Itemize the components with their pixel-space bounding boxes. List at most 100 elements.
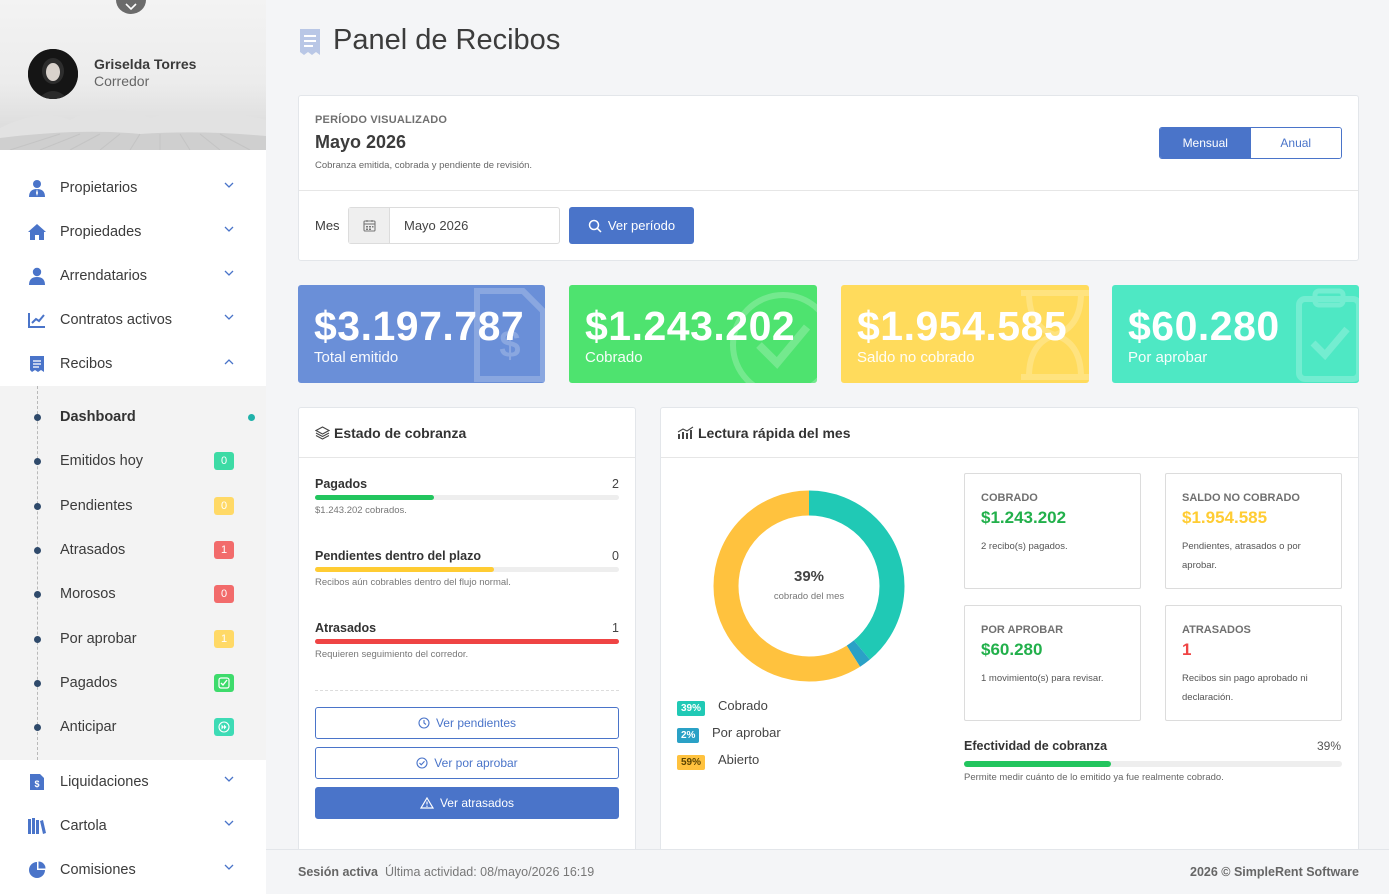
efectividad-label: Efectividad de cobranza — [964, 739, 1108, 753]
calendar-icon[interactable] — [349, 208, 390, 243]
divider — [315, 690, 619, 691]
stat-card-por-aprobar: $60.280 Por aprobar — [1112, 285, 1359, 383]
card-title: Lectura rápida del mes — [698, 424, 851, 441]
ver-periodo-button[interactable]: Ver período — [569, 207, 694, 244]
progress-fill — [315, 639, 619, 644]
user-tie-icon — [27, 178, 47, 198]
progress-count: 2 — [612, 477, 619, 491]
summary-card-cobrado: COBRADO $1.243.202 2 recibo(s) pagados. — [964, 473, 1141, 589]
summary-header: COBRADO — [981, 492, 1038, 504]
submenu-item-pendientes[interactable]: Pendientes 0 — [0, 486, 266, 526]
ver-pendientes-button[interactable]: Ver pendientes — [315, 707, 619, 739]
summary-header: POR APROBAR — [981, 624, 1064, 636]
month-value[interactable]: Mayo 2026 — [390, 208, 468, 243]
check-circle-icon — [416, 757, 428, 769]
clipboard-check-icon — [1296, 288, 1359, 382]
menu-item-contratos-activos[interactable]: Contratos activos — [0, 298, 266, 342]
user-portrait-icon — [28, 49, 78, 99]
receipt-icon — [300, 29, 320, 55]
menu-item-comisiones[interactable]: Comisiones — [0, 848, 266, 892]
count-badge: 0 — [214, 585, 234, 603]
profile-header: Griselda Torres Corredor — [0, 0, 266, 150]
chart-line-icon — [677, 426, 694, 439]
session-status: Sesión activa — [298, 865, 378, 879]
submenu-item-atrasados[interactable]: Atrasados 1 — [0, 530, 266, 570]
secondary-menu: $ Liquidaciones Cartola Comisiones — [0, 760, 266, 892]
submenu-item-label: Por aprobar — [60, 631, 137, 647]
progress-fill — [315, 495, 434, 500]
stat-amount: $60.280 — [1128, 303, 1280, 349]
card-title: Estado de cobranza — [334, 424, 467, 441]
submenu-item-label: Dashboard — [60, 409, 136, 425]
summary-card-saldo-no-cobrado: SALDO NO COBRADO $1.954.585 Pendientes, … — [1165, 473, 1342, 589]
progress-count: 0 — [612, 549, 619, 563]
lectura-rapida-card: Lectura rápida del mes 39% cobrado del m… — [660, 407, 1359, 867]
menu-item-liquidaciones[interactable]: $ Liquidaciones — [0, 760, 266, 804]
home-icon — [27, 222, 47, 242]
menu-item-cartola[interactable]: Cartola — [0, 804, 266, 848]
ver-por-aprobar-button[interactable]: Ver por aprobar — [315, 747, 619, 779]
stat-label: Por aprobar — [1128, 349, 1208, 366]
chevron-down-icon — [224, 314, 234, 320]
menu-item-label: Propiedades — [60, 224, 142, 240]
submenu-item-dashboard[interactable]: Dashboard — [0, 397, 266, 437]
button-label: Ver por aprobar — [434, 756, 518, 770]
menu-item-arrendatarios[interactable]: Arrendatarios — [0, 254, 266, 298]
menu-item-recibos[interactable]: Recibos — [0, 342, 266, 386]
progress-description: Requieren seguimiento del corredor. — [315, 649, 469, 660]
period-card: PERÍODO VISUALIZADO Mayo 2026 Cobranza e… — [298, 95, 1359, 261]
menu-item-label: Arrendatarios — [60, 268, 148, 284]
summary-value: $1.954.585 — [1182, 508, 1268, 527]
toggle-anual[interactable]: Anual — [1250, 128, 1341, 158]
stat-label: Saldo no cobrado — [857, 349, 975, 366]
stat-amount: $3.197.787 — [314, 303, 525, 349]
efectividad-description: Permite medir cuánto de lo emitido ya fu… — [964, 772, 1224, 783]
ver-atrasados-button[interactable]: Ver atrasados — [315, 787, 619, 819]
menu-item-label: Contratos activos — [60, 312, 173, 328]
period-label: PERÍODO VISUALIZADO — [315, 114, 448, 126]
chevron-down-icon — [224, 270, 234, 276]
summary-value: $60.280 — [981, 640, 1043, 659]
button-label: Ver pendientes — [435, 716, 517, 730]
menu-item-propiedades[interactable]: Propiedades — [0, 210, 266, 254]
period-value: Mayo 2026 — [315, 132, 407, 152]
count-badge: 1 — [214, 541, 234, 559]
legend-item-por-aprobar: 2% Por aprobar — [677, 725, 781, 743]
month-picker-input[interactable]: Mayo 2026 — [348, 207, 560, 244]
main-menu: Propietarios Propiedades Arrendatarios C… — [0, 166, 266, 386]
progress-label: Pagados — [315, 477, 368, 491]
menu-item-label: Cartola — [60, 818, 107, 834]
copyright: 2026 © SimpleRent Software — [1190, 865, 1359, 879]
avatar[interactable] — [28, 49, 78, 99]
menu-item-label: Liquidaciones — [60, 774, 149, 790]
ver-periodo-label: Ver período — [607, 218, 676, 233]
stat-amount: $1.243.202 — [585, 303, 796, 349]
footer: Sesión activa Última actividad: 08/mayo/… — [266, 849, 1389, 894]
submenu-item-emitidos-hoy[interactable]: Emitidos hoy 0 — [0, 441, 266, 481]
submenu-item-anticipar[interactable]: Anticipar — [0, 707, 266, 747]
toggle-mensual[interactable]: Mensual — [1160, 128, 1251, 158]
stat-card-cobrado: $1.243.202 Cobrado — [569, 285, 817, 383]
estado-cobranza-card: Estado de cobranza Pagados 2 $1.243.202 … — [298, 407, 636, 867]
progress-fill — [315, 567, 495, 572]
progress-label: Atrasados — [315, 621, 377, 635]
submenu-item-label: Morosos — [60, 586, 116, 602]
summary-card-por-aprobar: POR APROBAR $60.280 1 movimiento(s) para… — [964, 605, 1141, 721]
summary-card-atrasados: ATRASADOS 1 Recibos sin pago aprobado ni… — [1165, 605, 1342, 721]
submenu-item-por-aprobar[interactable]: Por aprobar 1 — [0, 619, 266, 659]
layers-icon — [315, 425, 330, 440]
pie-chart-icon — [27, 860, 47, 880]
card-header: Lectura rápida del mes — [661, 408, 1358, 458]
sidebar: Griselda Torres Corredor Propietarios Pr… — [0, 0, 266, 894]
stat-label: Cobrado — [585, 349, 643, 366]
count-badge: 0 — [214, 452, 234, 470]
donut-center-value: 39% — [793, 568, 825, 585]
chevron-down-icon — [224, 820, 234, 826]
collapse-toggle-button[interactable] — [116, 0, 146, 14]
submenu-item-morosos[interactable]: Morosos 0 — [0, 574, 266, 614]
summary-header: ATRASADOS — [1182, 624, 1251, 636]
progress-description: $1.243.202 cobrados. — [315, 505, 407, 516]
legend-item-cobrado: 39% Cobrado — [677, 698, 768, 716]
submenu-item-pagados[interactable]: Pagados — [0, 663, 266, 703]
menu-item-propietarios[interactable]: Propietarios — [0, 166, 266, 210]
